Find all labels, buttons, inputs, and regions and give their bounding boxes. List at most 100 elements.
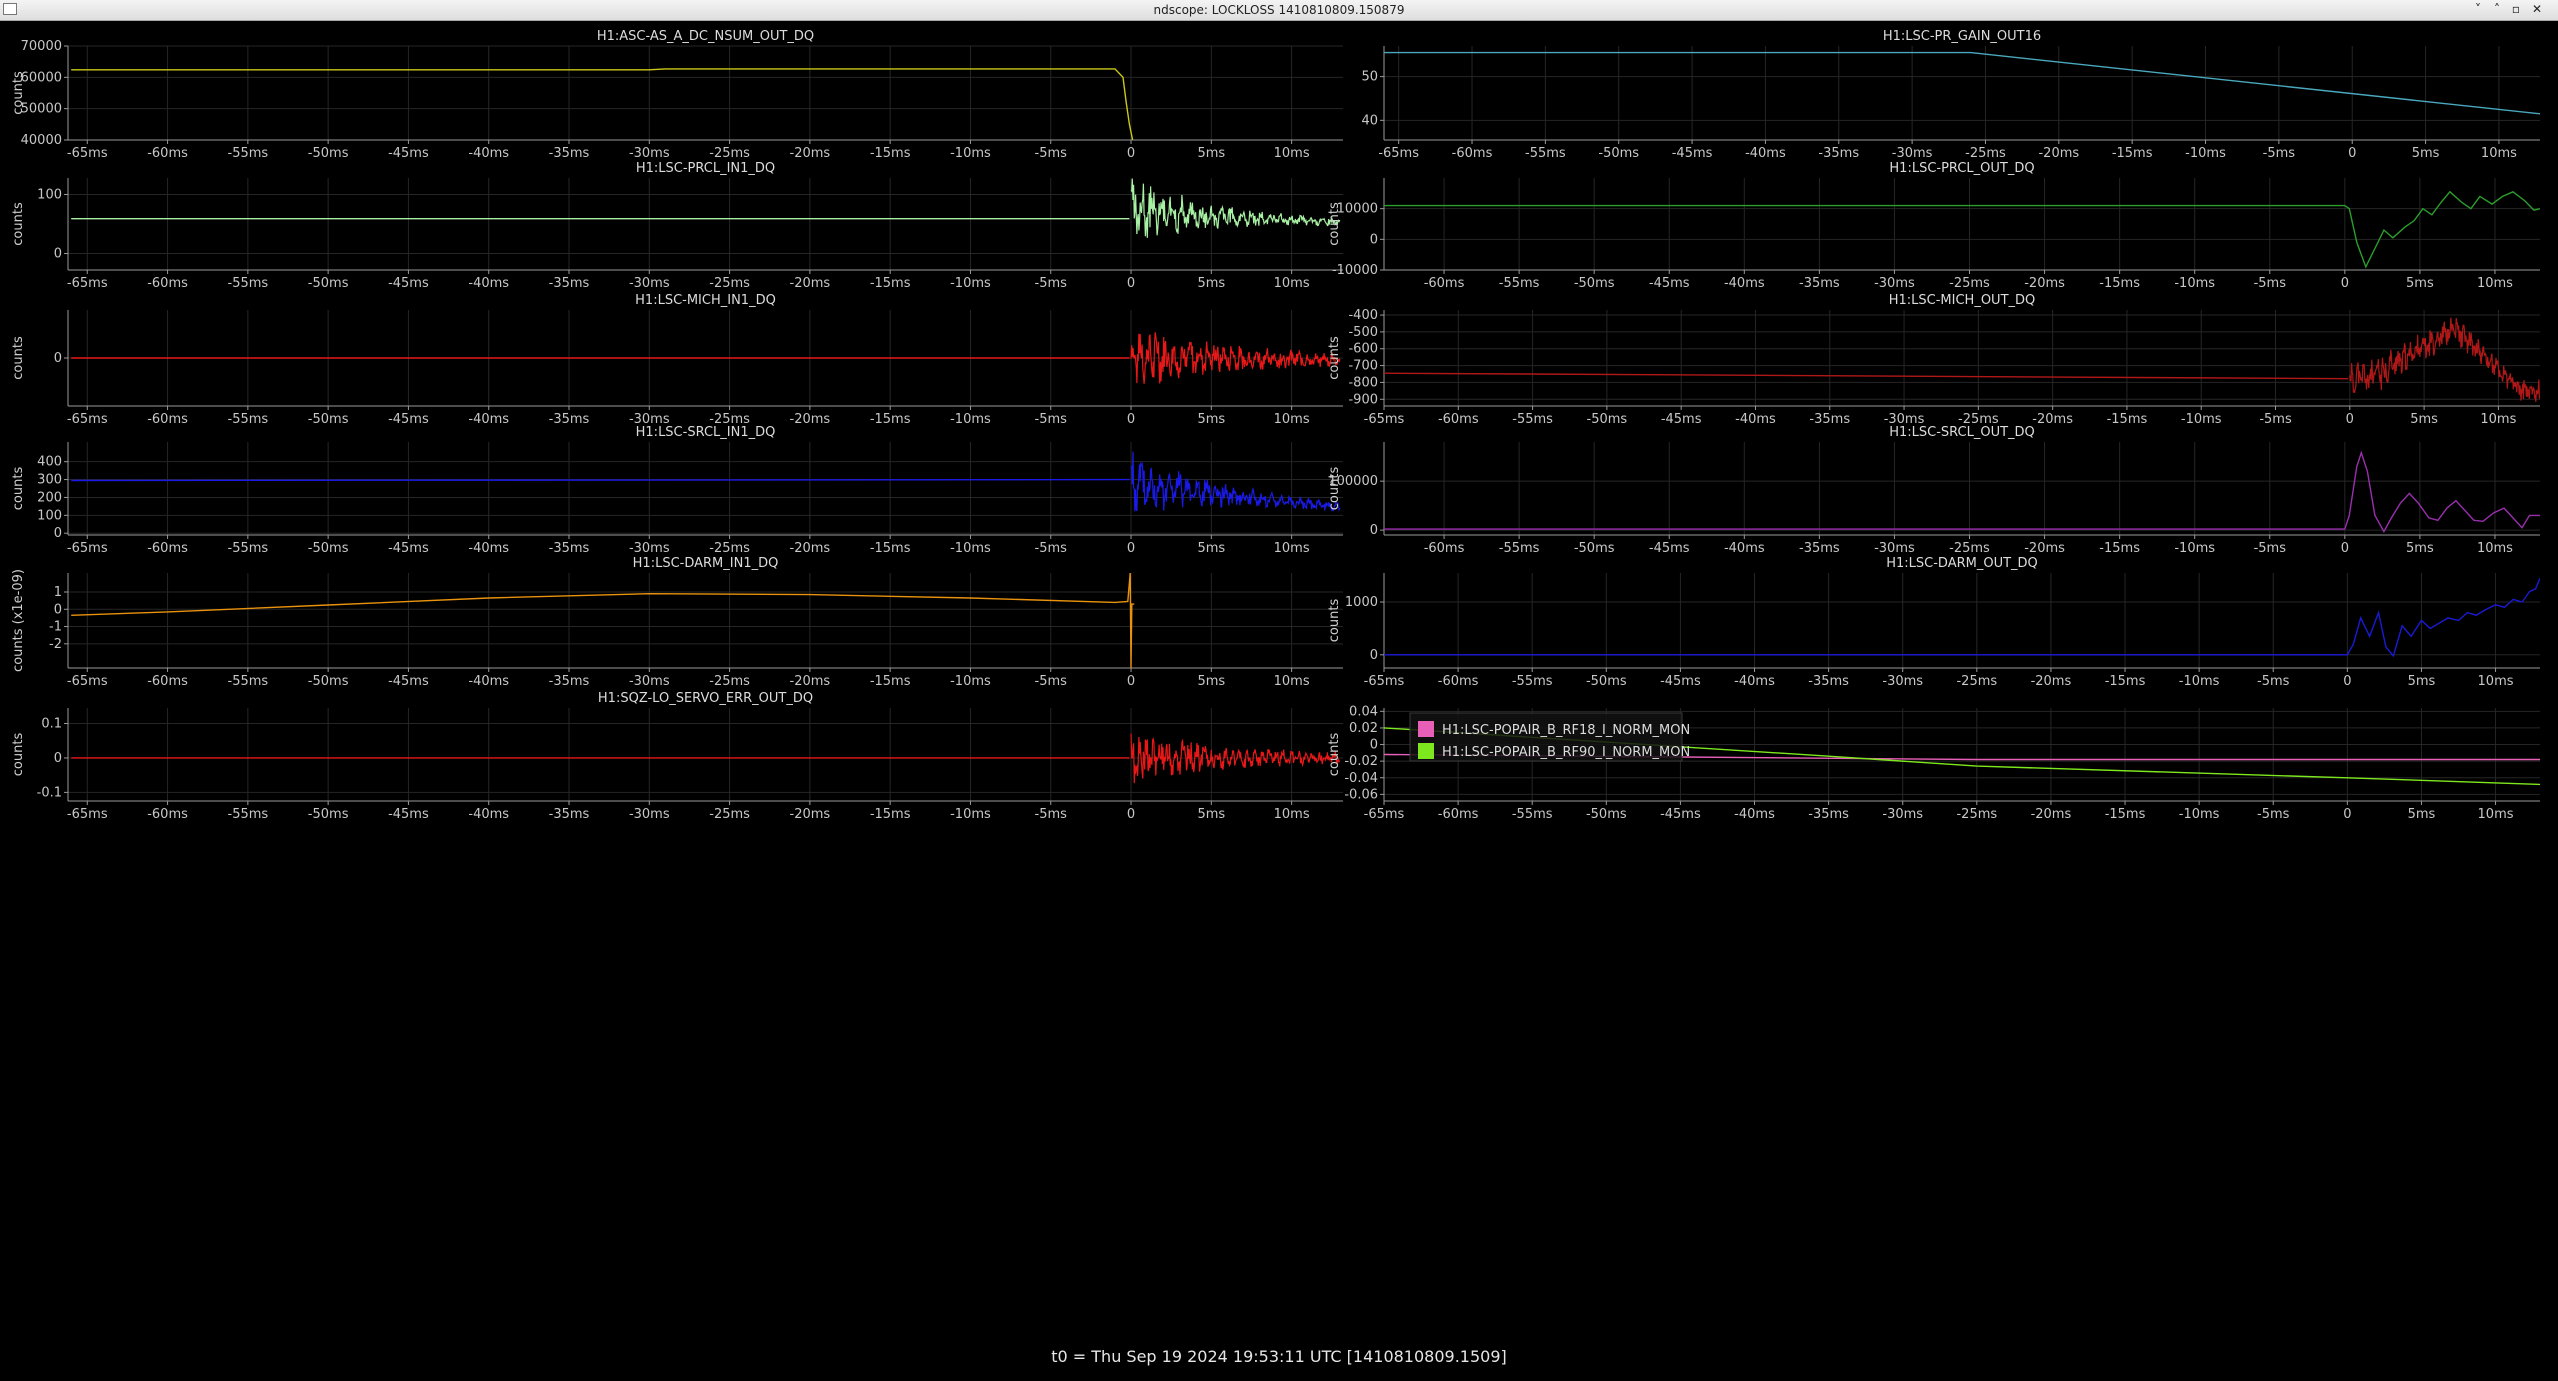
x-tick-label: -45ms [1672,146,1713,161]
y-tick-label: -0.06 [1344,787,1378,802]
x-tick-label: 10ms [1274,541,1310,556]
y-tick-label: 70000 [21,39,62,54]
x-tick-label: -25ms [709,674,750,689]
x-tick-label: 5ms [1197,412,1225,427]
x-tick-label: -65ms [67,807,108,822]
plot-panel-5[interactable]: -65ms -60ms -55ms -50ms -45ms -40ms -35ms -30ms… [11,293,1343,427]
plot-panel-9[interactable]: -65ms -60ms -55ms -50ms -45ms -40ms -35ms -30ms… [11,556,1343,689]
x-tick-label: -20ms [2031,807,2072,822]
y-tick-label: -10000 [1332,263,1378,278]
x-tick-label: -20ms [2024,276,2065,291]
plot-panel-2[interactable]: -65ms -60ms -55ms -50ms -45ms -40ms -35ms -30ms… [1361,29,2540,161]
x-tick-label: 5ms [2412,146,2440,161]
plot-panel-12[interactable]: -65ms -60ms -55ms -50ms -45ms -40ms -35ms -30ms… [1327,704,2540,822]
x-tick-label: 0 [2341,276,2349,291]
x-tick-label: -20ms [2031,674,2072,689]
x-tick-label: -40ms [1735,412,1776,427]
x-tick-label: 5ms [1197,276,1225,291]
y-tick-label: -0.02 [1344,754,1378,769]
x-tick-label: 0 [1127,541,1135,556]
plot-title: H1:LSC-MICH_IN1_DQ [635,293,776,308]
series-line [1384,578,2540,658]
y-tick-label: -900 [1348,392,1378,407]
x-tick-label: -5ms [1035,674,1068,689]
x-tick-label: -15ms [2107,412,2148,427]
x-tick-label: -5ms [2257,807,2290,822]
series-line [71,573,1135,668]
plot-title: H1:LSC-SRCL_IN1_DQ [636,425,776,440]
series-burst [2349,317,2540,402]
x-tick-label: -30ms [629,276,670,291]
x-tick-label: 5ms [1197,541,1225,556]
plot-panel-3[interactable]: -65ms -60ms -55ms -50ms -45ms -40ms -35ms -30ms… [11,161,1343,291]
minimize-icon[interactable]: ˅ [2469,1,2487,18]
x-tick-label: -10ms [950,674,991,689]
plot-title: H1:LSC-PRCL_IN1_DQ [636,161,775,176]
x-tick-label: -45ms [388,276,429,291]
x-tick-label: -15ms [2099,276,2140,291]
y-axis-label: counts (x1e-09) [11,569,26,672]
x-tick-label: -60ms [1438,412,1479,427]
legend-swatch [1418,721,1434,737]
x-tick-label: 10ms [2478,674,2514,689]
x-tick-label: -65ms [1364,674,1405,689]
x-tick-label: 0 [2348,146,2356,161]
x-tick-label: -10ms [2179,807,2220,822]
x-tick-label: -30ms [1874,276,1915,291]
plot-panel-11[interactable]: -65ms -60ms -55ms -50ms -45ms -40ms -35ms -30ms… [11,691,1343,822]
x-tick-label: -25ms [1956,807,1997,822]
x-tick-label: 10ms [1274,276,1310,291]
series-line [71,478,1130,482]
x-tick-label: -10ms [2179,674,2220,689]
x-tick-label: 5ms [2406,541,2434,556]
plot-panel-4[interactable]: -60ms -55ms -50ms -45ms -40ms -35ms -30ms -25ms… [1327,161,2540,291]
x-tick-label: -15ms [2105,674,2146,689]
x-tick-label: -50ms [308,674,349,689]
x-tick-label: -15ms [870,674,911,689]
x-tick-label: -10ms [2174,276,2215,291]
y-tick-label: 100 [37,188,62,203]
y-tick-label: -2 [49,637,62,652]
plot-panel-8[interactable]: -60ms -55ms -50ms -45ms -40ms -35ms -30ms -25ms… [1327,425,2540,556]
x-tick-label: -20ms [2024,541,2065,556]
plot-panel-7[interactable]: -65ms -60ms -55ms -50ms -45ms -40ms -35ms -30ms… [11,425,1343,556]
y-tick-label: -0.04 [1344,771,1378,786]
x-tick-label: -45ms [388,541,429,556]
x-tick-label: -5ms [1035,807,1068,822]
plot-panel-6[interactable]: -65ms -60ms -55ms -50ms -45ms -40ms -35ms -30ms… [1327,293,2540,427]
y-axis-label: counts [11,733,26,777]
legend-label: H1:LSC-POPAIR_B_RF18_I_NORM_MON [1442,723,1690,738]
x-tick-label: -40ms [1724,276,1765,291]
x-tick-label: 0 [1127,412,1135,427]
restore-icon[interactable]: ▫ [2507,1,2525,18]
maximize-icon[interactable]: ˄ [2488,1,2506,18]
x-tick-label: 5ms [1197,807,1225,822]
x-tick-label: -60ms [147,146,188,161]
plot-panel-10[interactable]: -65ms -60ms -55ms -50ms -45ms -40ms -35ms -30ms… [1327,556,2540,689]
x-tick-label: -30ms [629,807,670,822]
x-tick-label: 0 [2346,412,2354,427]
x-tick-label: -40ms [1734,807,1775,822]
x-tick-label: -15ms [870,276,911,291]
y-tick-label: 1000 [1345,595,1378,610]
x-tick-label: -5ms [2263,146,2296,161]
x-tick-label: -50ms [308,541,349,556]
x-tick-label: 5ms [2410,412,2438,427]
x-tick-label: -30ms [629,674,670,689]
y-tick-label: 0 [54,351,62,366]
plot-panel-1[interactable]: -65ms -60ms -55ms -50ms -45ms -40ms -35ms -30ms… [11,29,1343,161]
x-tick-label: -30ms [629,146,670,161]
x-tick-label: 10ms [1274,674,1310,689]
series-burst [1130,451,1341,512]
x-tick-label: -40ms [468,276,509,291]
x-tick-label: 5ms [2406,276,2434,291]
x-tick-label: -65ms [67,674,108,689]
x-tick-label: -5ms [1035,541,1068,556]
close-icon[interactable]: ✕ [2528,1,2546,18]
x-tick-label: -50ms [1598,146,1639,161]
x-tick-label: -50ms [1587,412,1628,427]
x-tick-label: 10ms [2480,412,2516,427]
y-tick-label: 300 [37,473,62,488]
y-tick-label: 0 [54,526,62,541]
x-tick-label: -25ms [709,541,750,556]
